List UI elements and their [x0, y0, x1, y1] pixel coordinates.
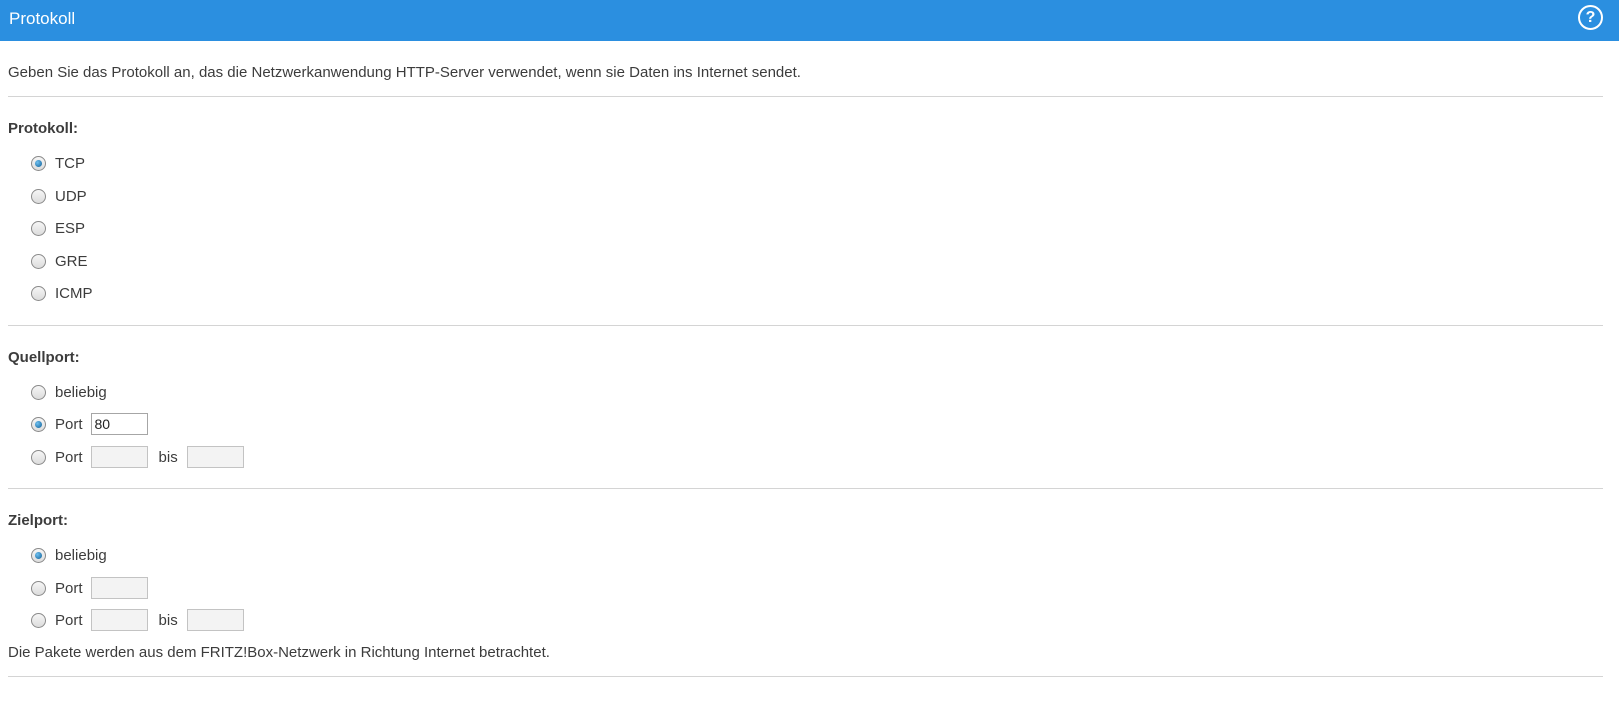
protocol-udp-radio[interactable] — [31, 188, 46, 204]
protocol-option-icmp[interactable]: ICMP — [31, 281, 101, 305]
dest-port-single-radio[interactable] — [31, 580, 46, 596]
dest-port-range-to-input[interactable] — [186, 609, 244, 631]
divider — [8, 325, 1603, 326]
dest-port-label: Zielport: — [8, 512, 68, 529]
protocol-option-label: GRE — [55, 252, 88, 270]
protocol-option-label: ESP — [55, 219, 86, 237]
source-port-range-option[interactable]: Port bis — [31, 445, 244, 469]
source-port-single-label: Port — [55, 415, 83, 433]
protocol-option-esp[interactable]: ESP — [31, 216, 93, 240]
source-port-range-label: Port — [55, 448, 83, 466]
source-port-range-from-input[interactable] — [90, 446, 148, 468]
protocol-option-label: TCP — [55, 154, 85, 172]
source-port-any-label: beliebig — [55, 383, 107, 401]
panel-header: Protokoll ? — [0, 0, 1619, 41]
protocol-option-label: ICMP — [55, 284, 93, 302]
source-port-single-radio[interactable] — [31, 416, 46, 432]
dest-port-range-radio[interactable] — [31, 612, 46, 628]
divider — [8, 676, 1603, 677]
protocol-option-gre[interactable]: GRE — [31, 249, 96, 273]
protocol-icmp-radio[interactable] — [31, 285, 46, 301]
footer-note: Die Pakete werden aus dem FRITZ!Box-Netz… — [8, 644, 550, 661]
source-port-single-option[interactable]: Port — [31, 412, 148, 436]
source-port-any-option[interactable]: beliebig — [31, 380, 115, 404]
dest-port-any-radio[interactable] — [31, 547, 46, 563]
source-port-range-to-input[interactable] — [186, 446, 244, 468]
intro-text: Geben Sie das Protokoll an, das die Netz… — [8, 64, 801, 81]
dest-port-range-separator: bis — [158, 611, 178, 629]
divider — [8, 488, 1603, 489]
protocol-gre-radio[interactable] — [31, 253, 46, 269]
dest-port-range-option[interactable]: Port bis — [31, 608, 244, 632]
protocol-option-tcp[interactable]: TCP — [31, 151, 93, 175]
dest-port-any-label: beliebig — [55, 546, 107, 564]
source-port-range-separator: bis — [158, 448, 178, 466]
source-port-input[interactable] — [90, 413, 148, 435]
protocol-label: Protokoll: — [8, 120, 78, 137]
panel-title: Protokoll — [9, 9, 76, 28]
dest-port-input[interactable] — [90, 577, 148, 599]
source-port-any-radio[interactable] — [31, 384, 46, 400]
divider — [8, 96, 1603, 97]
source-port-range-radio[interactable] — [31, 449, 46, 465]
protocol-option-label: UDP — [55, 187, 87, 205]
dest-port-single-label: Port — [55, 579, 83, 597]
protocol-esp-radio[interactable] — [31, 220, 46, 236]
protocol-option-udp[interactable]: UDP — [31, 184, 95, 208]
dest-port-any-option[interactable]: beliebig — [31, 543, 115, 567]
dest-port-single-option[interactable]: Port — [31, 576, 148, 600]
help-icon[interactable]: ? — [1578, 5, 1603, 30]
dest-port-range-label: Port — [55, 611, 83, 629]
source-port-label: Quellport: — [8, 349, 80, 366]
protocol-tcp-radio[interactable] — [31, 155, 46, 171]
dest-port-range-from-input[interactable] — [90, 609, 148, 631]
